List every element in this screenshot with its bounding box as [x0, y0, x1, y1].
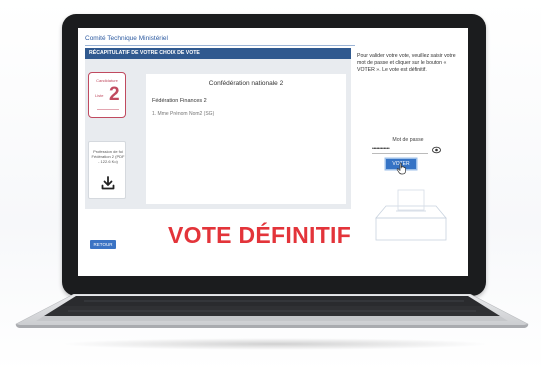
federation-name: Fédération Finances 2	[152, 98, 207, 104]
laptop-keyboard-base	[15, 294, 529, 328]
laptop-shadow	[60, 338, 490, 350]
app-title: Comité Technique Ministériel	[85, 35, 168, 42]
download-icon[interactable]	[101, 176, 115, 190]
profession-de-foi-card[interactable]: Profession de foi Fédération 2 (PDF - 12…	[88, 141, 126, 199]
vote-definitif-headline: VOTE DÉFINITIF	[168, 222, 352, 248]
organization-name: Confédération nationale 2	[208, 80, 284, 87]
instructions-text: Pour valider votre vote, veuillez saisir…	[357, 53, 456, 73]
password-input[interactable]: ••••••••••••	[372, 146, 428, 154]
profession-de-foi-text: Profession de foi Fédération 2 (PDF - 12…	[91, 149, 125, 164]
candidature-number: 2	[109, 84, 120, 105]
retour-button[interactable]: RETOUR	[90, 240, 116, 249]
list-label: Liste	[95, 93, 104, 98]
candidature-divider	[97, 109, 119, 110]
candidate-name: 1. Mme Prénom Nom2 (SG)	[152, 111, 215, 117]
password-label: Mot de passe	[392, 137, 424, 143]
candidature-card[interactable]: Candidature Liste 2	[88, 72, 126, 118]
eye-icon[interactable]	[432, 146, 441, 154]
ballot-box-icon	[375, 189, 447, 241]
hand-cursor-icon	[396, 162, 406, 175]
title-divider	[85, 45, 355, 46]
candidature-label: Candidature	[96, 78, 118, 83]
vote-summary-box: Confédération nationale 2 Fédération Fin…	[146, 74, 346, 204]
section-header: RÉCAPITULATIF DE VOTRE CHOIX DE VOTE	[85, 48, 351, 59]
